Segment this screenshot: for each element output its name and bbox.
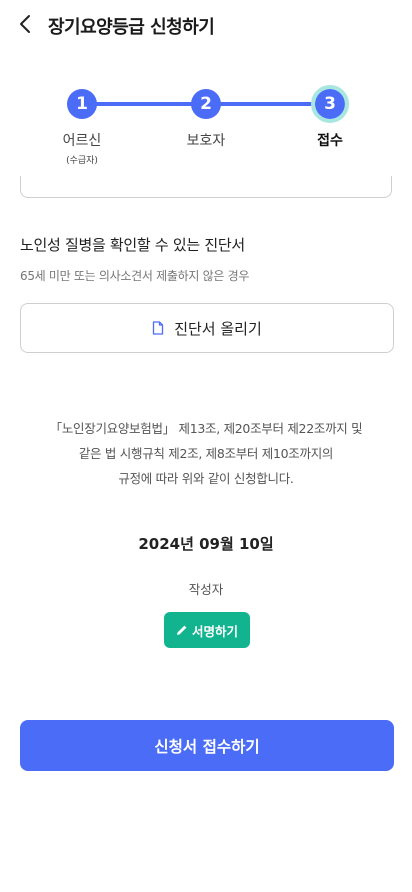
step-3-circle: 3 [311, 85, 349, 123]
step-1-sublabel: (수급자) [66, 156, 98, 166]
application-date: 2024년 09월 10일 [138, 535, 274, 553]
pencil-icon [176, 625, 187, 635]
step-2-circle: 2 [191, 89, 221, 119]
upload-diagnosis-label: 진단서 올리기 [174, 319, 262, 338]
step-2-label: 보호자 [186, 133, 226, 149]
back-button[interactable] [16, 10, 38, 38]
submit-application-button[interactable]: 신청서 접수하기 [20, 720, 394, 771]
step-1-label: 어르신 [62, 133, 102, 149]
diagnosis-subtitle: 65세 미만 또는 의사소견서 제출하지 않은 경우 [20, 269, 250, 283]
document-icon [153, 321, 164, 335]
app-header: 장기요양등급 신청하기 [0, 0, 412, 52]
step-connector [82, 102, 206, 106]
progress-stepper: 1 2 3 어르신 (수급자) 보호자 접수 [0, 84, 412, 176]
step-1-number: 1 [76, 94, 88, 114]
step-3-label: 접수 [317, 133, 343, 149]
legal-line: 같은 법 시행규칙 제2조, 제8조부터 제10조까지의 [78, 446, 334, 461]
step-2-number: 2 [200, 94, 212, 114]
previous-field-box [20, 176, 392, 198]
step-1-circle: 1 [67, 89, 97, 119]
legal-line: 「노인장기요양보험법」 제13조, 제20조부터 제22조까지 및 [49, 421, 363, 436]
submit-label: 신청서 접수하기 [154, 737, 260, 756]
sign-button[interactable]: 서명하기 [164, 612, 250, 648]
diagnosis-title: 노인성 질병을 확인할 수 있는 진단서 [20, 236, 245, 254]
step-3-number: 3 [324, 94, 336, 114]
legal-statement: 「노인장기요양보험법」 제13조, 제20조부터 제22조까지 및 같은 법 시… [30, 416, 382, 491]
chevron-left-icon [20, 15, 30, 33]
legal-line: 규정에 따라 위와 같이 신청합니다. [118, 471, 294, 486]
upload-diagnosis-button[interactable]: 진단서 올리기 [20, 303, 394, 353]
writer-label: 작성자 [188, 582, 224, 597]
page-title: 장기요양등급 신청하기 [48, 17, 215, 38]
sign-label: 서명하기 [191, 623, 238, 639]
